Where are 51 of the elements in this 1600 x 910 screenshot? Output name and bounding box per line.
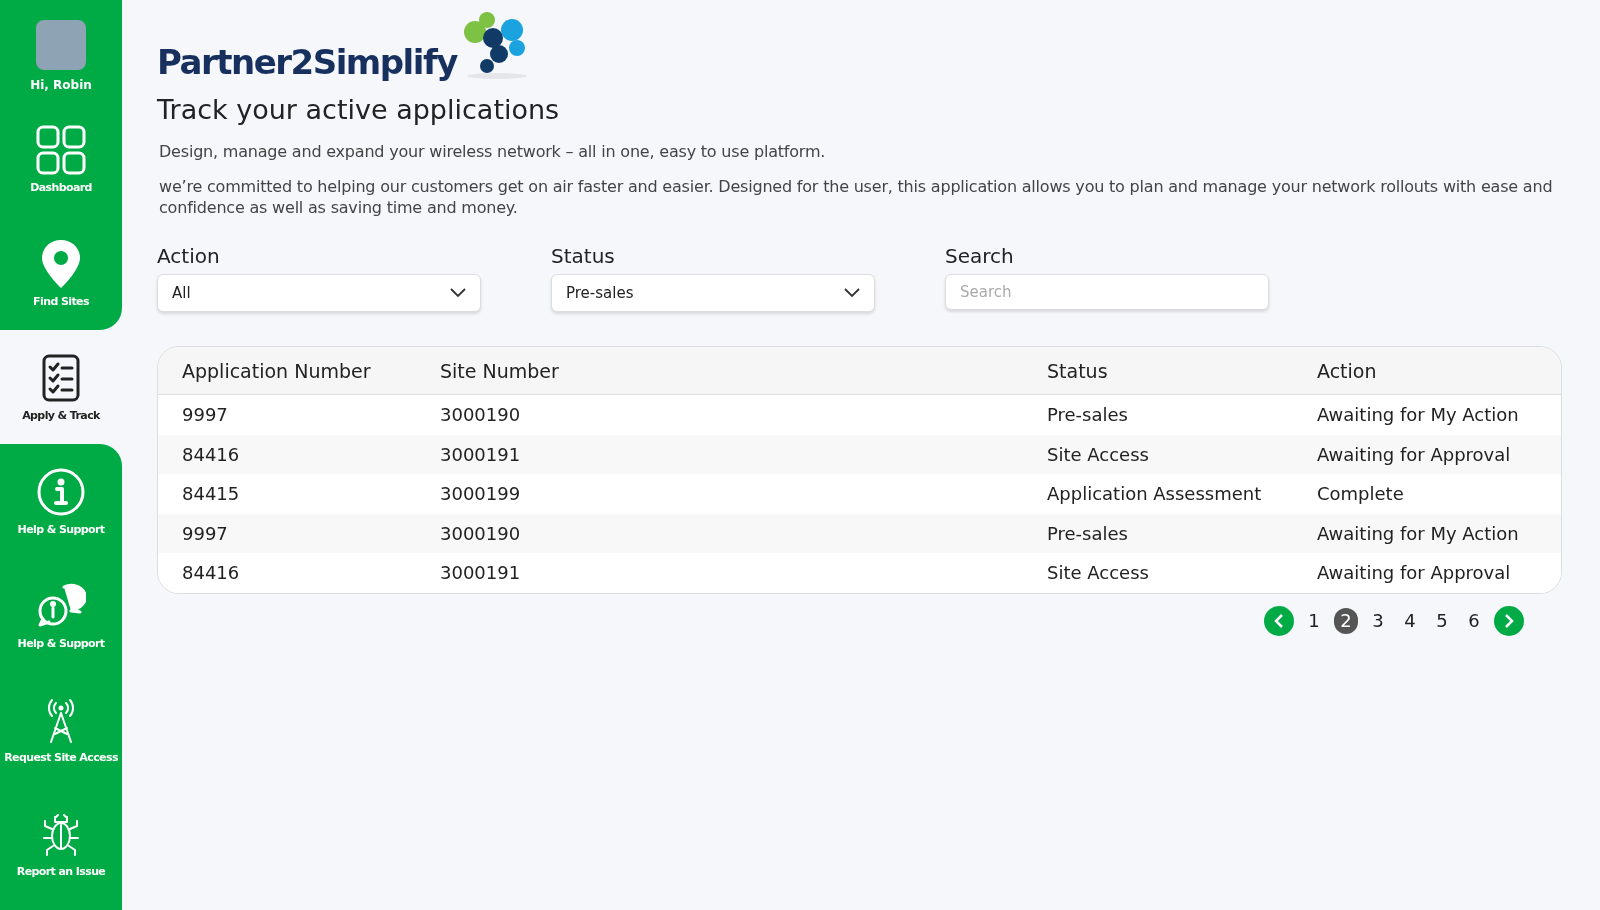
table-cell-text: 84416 xyxy=(182,562,241,584)
intro-text: Design, manage and expand your wireless network – all in one, easy to use platform. xyxy=(159,141,827,162)
column-header: Site Number xyxy=(440,359,560,382)
table-cell-text: Pre-sales xyxy=(1047,522,1129,544)
table-cell-text: Site Access xyxy=(1047,443,1150,465)
avatar-photo-placeholder xyxy=(36,20,86,70)
page-number[interactable]: 2 xyxy=(1334,607,1358,634)
column-header: Application Number xyxy=(182,359,372,382)
page-number[interactable]: 6 xyxy=(1462,607,1486,634)
table-cell-text: 3000190 xyxy=(440,404,522,426)
table-cell-text: 3000191 xyxy=(440,443,522,465)
column-header: Action xyxy=(1317,359,1378,382)
table-cell-text: Awaiting for Approval xyxy=(1317,443,1512,465)
next-page-button[interactable] xyxy=(1494,605,1524,636)
table-cell-text: 3000199 xyxy=(440,483,522,505)
chevron-right-icon xyxy=(1504,613,1514,628)
table-cell-text: Site Access xyxy=(1047,562,1150,584)
table-cell-text: 84416 xyxy=(182,443,241,465)
chevron-left-icon xyxy=(1274,613,1284,628)
page-number[interactable]: 4 xyxy=(1398,607,1422,634)
table-cell-text: Awaiting for Approval xyxy=(1317,562,1512,584)
table-cell-text: 9997 xyxy=(182,522,229,544)
search-field[interactable]: Search xyxy=(945,274,1269,310)
page-number[interactable]: 5 xyxy=(1430,607,1454,634)
table-cell-text: Awaiting for My Action xyxy=(1317,522,1520,544)
chevron-down-icon xyxy=(844,288,860,298)
logo-wordmark: Partner2Simplify xyxy=(157,42,457,82)
table-cell-text: 84415 xyxy=(182,483,241,505)
table-cell-text: Awaiting for My Action xyxy=(1317,404,1520,426)
filter-label: Search xyxy=(945,244,1015,268)
page-number[interactable]: 1 xyxy=(1302,607,1326,634)
table-cell-text: Pre-sales xyxy=(1047,404,1129,426)
table-cell-text: 9997 xyxy=(182,404,229,426)
dropdown[interactable]: Pre-sales xyxy=(551,274,875,312)
page-title: Track your active applications xyxy=(157,94,561,125)
column-header: Status xyxy=(1047,359,1109,382)
table-cell-text: Application Assessment xyxy=(1047,483,1263,505)
table-cell-text: 3000191 xyxy=(440,562,522,584)
previous-page-button[interactable] xyxy=(1264,605,1294,636)
filter-label: Status xyxy=(551,244,616,268)
table-cell-text: 3000190 xyxy=(440,522,522,544)
dropdown[interactable]: All xyxy=(157,274,481,312)
user-greeting: Hi, Robin xyxy=(30,78,92,92)
chevron-down-icon xyxy=(450,288,466,298)
description-text: we’re committed to helping our customers get on air faster and easier. Designed for the user, this application allows you to plan and manage your network rollouts with ease and confidence as well as saving time and money. xyxy=(159,176,1554,218)
map-pin-icon xyxy=(41,238,81,289)
grid-icon xyxy=(36,124,86,175)
page-number[interactable]: 3 xyxy=(1366,607,1390,634)
table-cell-text: Complete xyxy=(1317,483,1405,505)
filter-label: Action xyxy=(157,244,221,268)
info-icon xyxy=(36,466,86,517)
